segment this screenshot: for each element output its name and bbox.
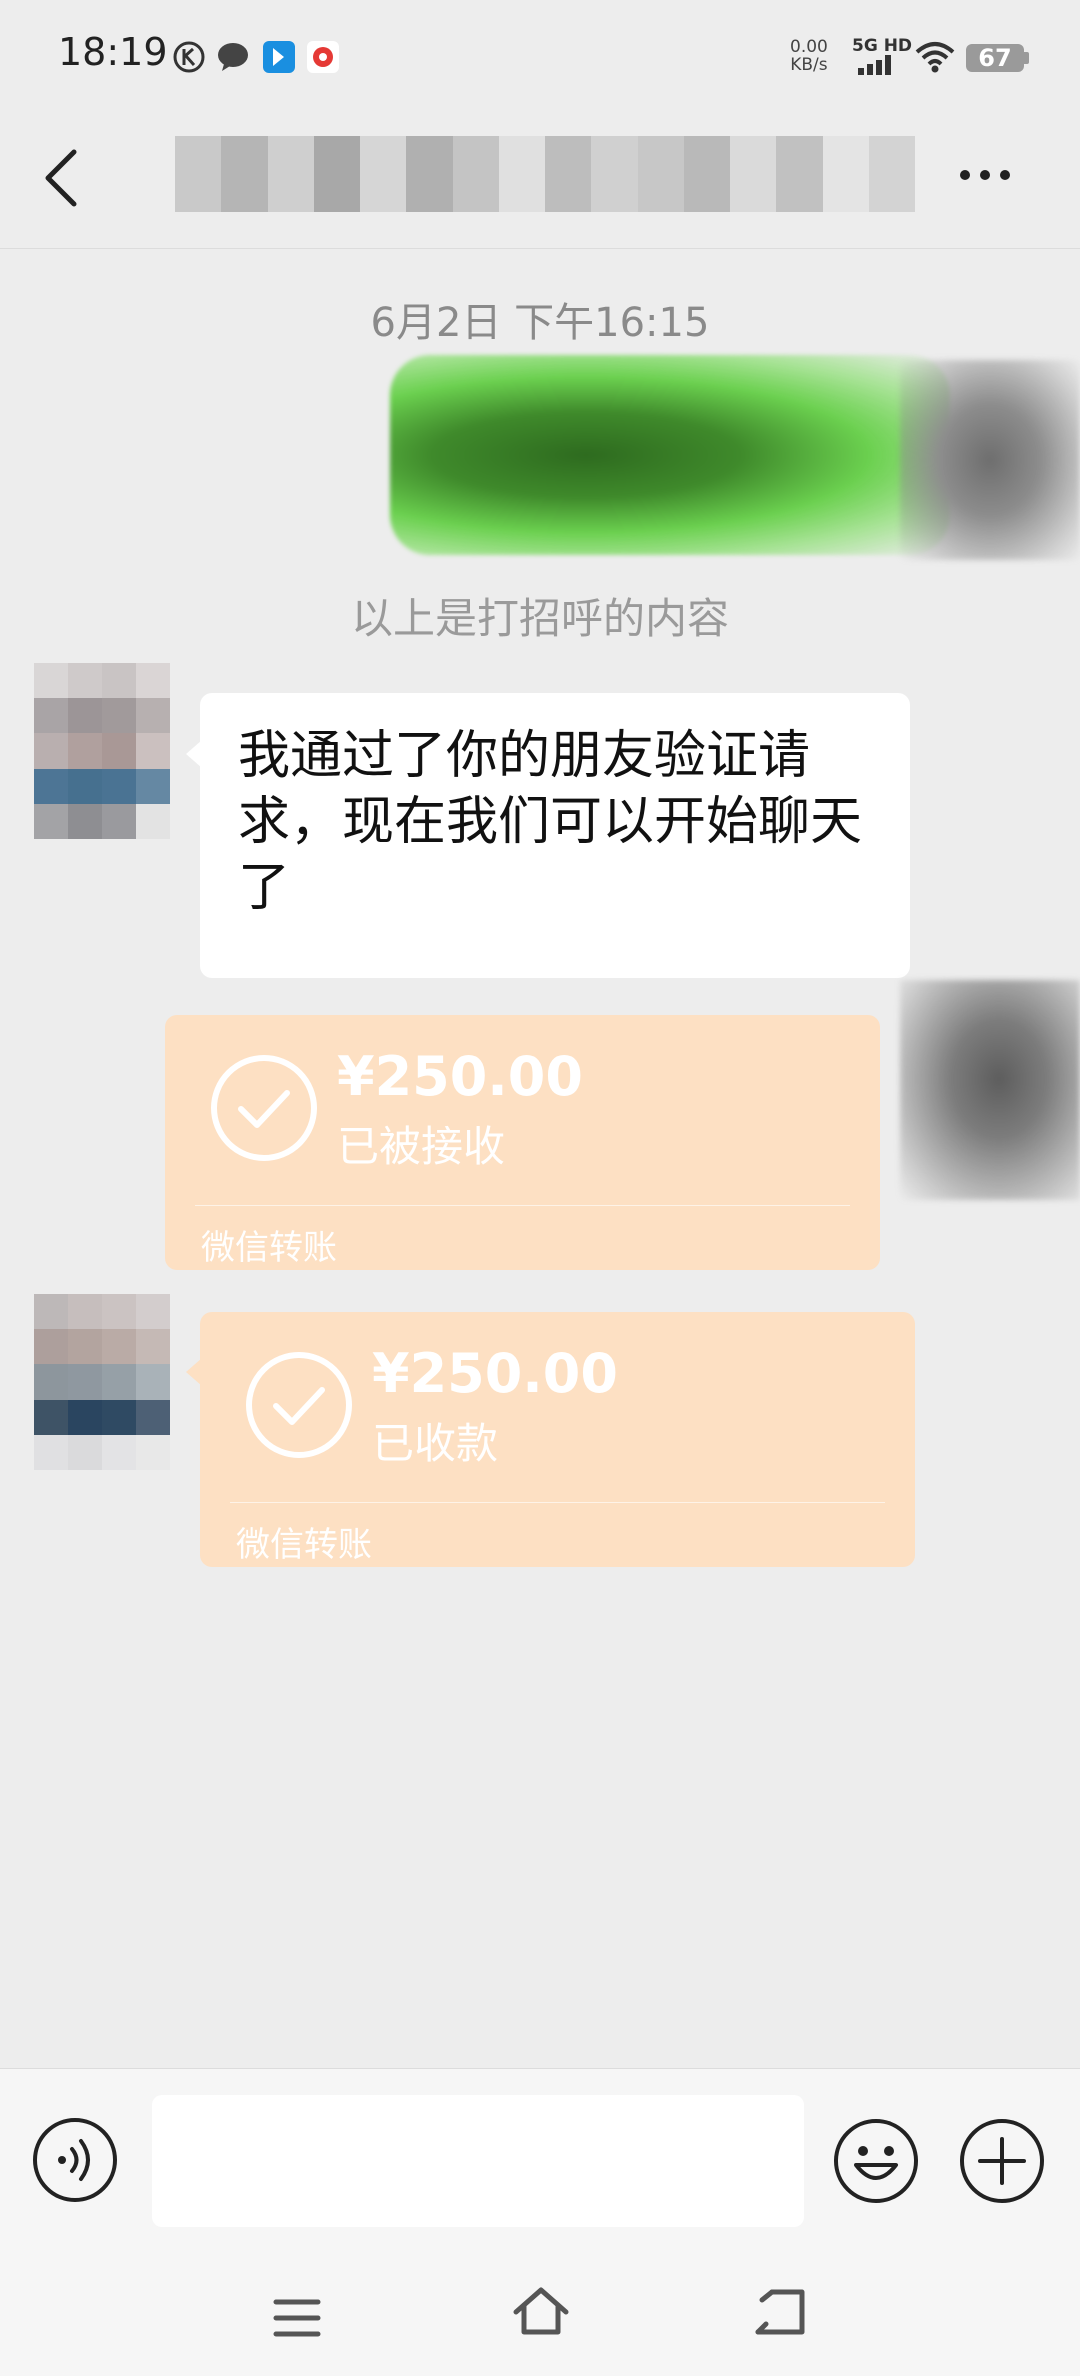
input-bar [0, 2068, 1080, 2247]
k-badge-icon [173, 41, 205, 73]
blue-app-icon [263, 41, 295, 73]
check-circle-icon [246, 1352, 352, 1458]
redaction-scribble-gray [900, 360, 1080, 560]
back-icon[interactable] [752, 2286, 808, 2338]
transfer-card[interactable]: ¥250.00 已收款 微信转账 [200, 1312, 915, 1567]
chat-title-redacted [175, 136, 915, 212]
voice-icon[interactable] [32, 2117, 118, 2203]
transfer-divider [195, 1205, 850, 1206]
system-nav-bar [0, 2246, 1080, 2376]
red-app-icon [307, 41, 339, 73]
transfer-amount: ¥250.00 [372, 1342, 618, 1405]
message-bubble[interactable]: 我通过了你的朋友验证请求，现在我们可以开始聊天了 [200, 693, 910, 978]
transfer-status: 已被接收 [337, 1122, 506, 1171]
signal-icon [858, 55, 891, 75]
transfer-amount: ¥250.00 [337, 1045, 583, 1108]
plus-icon[interactable] [958, 2117, 1046, 2205]
avatar[interactable] [34, 663, 170, 839]
status-time: 18:19 [58, 30, 168, 74]
transfer-status: 已收款 [372, 1419, 499, 1468]
message-text: 我通过了你的朋友验证请求，现在我们可以开始聊天了 [238, 726, 863, 918]
signal-label: 5G HD [852, 36, 913, 56]
check-circle-icon [211, 1055, 317, 1161]
message-bubble-icon [218, 43, 248, 71]
ellipsis-icon[interactable] [955, 165, 1015, 185]
menu-icon[interactable] [272, 2296, 322, 2340]
battery-icon: 67 [966, 44, 1024, 72]
net-speed-value: 0.00 [790, 37, 828, 57]
net-speed: 0.00 KB/s [790, 38, 828, 74]
transfer-label: 微信转账 [201, 1228, 337, 1268]
wifi-icon [915, 42, 955, 73]
redaction-scribble-gray [900, 980, 1080, 1200]
redaction-scribble-green [390, 355, 950, 555]
battery-level: 67 [978, 44, 1012, 72]
chat-timestamp: 6月2日 下午16:15 [370, 300, 710, 346]
avatar[interactable] [34, 1294, 170, 1470]
message-input[interactable] [152, 2095, 804, 2227]
transfer-label: 微信转账 [236, 1525, 372, 1565]
chat-header [0, 110, 1080, 249]
transfer-card[interactable]: ¥250.00 已被接收 微信转账 [165, 1015, 880, 1270]
net-speed-unit: KB/s [790, 55, 828, 75]
emoji-icon[interactable] [832, 2117, 920, 2205]
greeting-system-note: 以上是打招呼的内容 [350, 594, 729, 643]
status-bar: 18:19 0.00 KB/s 5G HD 67 [0, 0, 1080, 110]
transfer-divider [230, 1502, 885, 1503]
home-icon[interactable] [510, 2284, 572, 2340]
battery-tip [1024, 52, 1029, 64]
chevron-left-icon[interactable] [40, 146, 84, 210]
